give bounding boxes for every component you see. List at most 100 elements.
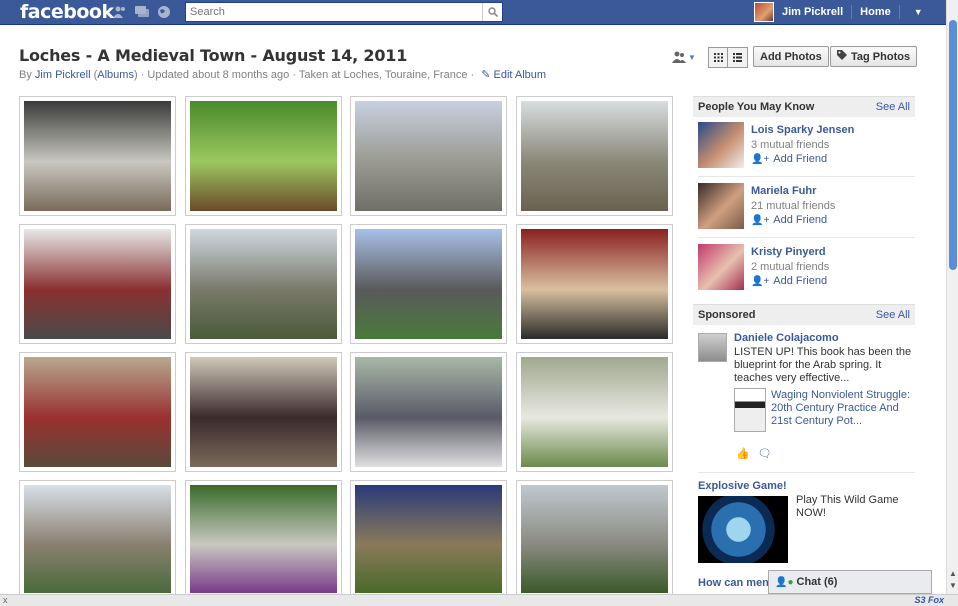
photo-image: [521, 485, 668, 593]
add-friend-link[interactable]: 👤+ Add Friend: [751, 275, 827, 287]
vertical-scrollbar[interactable]: ▲ ▼: [946, 0, 958, 594]
comment-icon[interactable]: 🗨: [758, 447, 772, 460]
add-friend-icon: 👤+: [751, 276, 770, 287]
browser-status-bar: x S3 Fox: [0, 594, 958, 606]
photo-thumbnail[interactable]: [185, 96, 342, 216]
photo-thumbnail[interactable]: [350, 352, 507, 472]
mutual-friends-count[interactable]: 3 mutual friends: [751, 139, 829, 151]
chat-label: Chat (6): [796, 576, 838, 588]
online-status-icon: 👤●: [775, 576, 794, 588]
add-friend-label: Add Friend: [773, 214, 828, 226]
albums-link[interactable]: Albums: [97, 69, 134, 81]
photo-thumbnail[interactable]: [516, 96, 673, 216]
add-friend-icon: 👤+: [751, 154, 770, 165]
scroll-up-arrow-icon[interactable]: ▲: [949, 570, 957, 578]
suggestion-name[interactable]: Mariela Fuhr: [751, 185, 816, 197]
suggestion-name[interactable]: Kristy Pinyerd: [751, 246, 826, 258]
add-friend-icon: 👤+: [751, 215, 770, 226]
photo-thumbnail[interactable]: [185, 352, 342, 472]
ad-body-text[interactable]: LISTEN UP! This book has been the bluepr…: [734, 346, 914, 385]
photo-thumbnail[interactable]: [516, 224, 673, 344]
game-ad-title[interactable]: Explosive Game!: [698, 480, 787, 492]
add-photos-button[interactable]: Add Photos: [753, 46, 829, 67]
photo-thumbnail[interactable]: [350, 96, 507, 216]
photo-thumbnail[interactable]: [19, 480, 176, 598]
nav-divider: [851, 5, 853, 19]
s3fox-label[interactable]: S3 Fox: [914, 595, 944, 605]
scroll-down-arrow-icon[interactable]: ▼: [949, 582, 957, 590]
divider: [698, 176, 915, 177]
photo-image: [521, 101, 668, 211]
close-status-icon[interactable]: x: [3, 595, 8, 605]
profile-link[interactable]: Jim Pickrell: [782, 6, 843, 18]
chevron-down-icon: ▼: [688, 52, 696, 62]
pymk-see-all-link[interactable]: See All: [876, 101, 910, 113]
top-bar: facebook Jim Pickrell Home ▼: [0, 0, 946, 25]
ad-advertiser-name[interactable]: Daniele Colajacomo: [734, 332, 839, 344]
home-link[interactable]: Home: [860, 6, 891, 18]
friend-requests-icon[interactable]: [112, 4, 128, 20]
by-label: By: [19, 69, 32, 81]
search-icon[interactable]: [482, 3, 502, 21]
tag-photos-label: Tag Photos: [851, 50, 911, 63]
photo-thumbnail[interactable]: [516, 352, 673, 472]
search-box: [185, 2, 503, 22]
grid-view-icon[interactable]: [708, 46, 728, 68]
notifications-globe-icon[interactable]: [156, 4, 172, 20]
photo-thumbnail[interactable]: [350, 480, 507, 598]
add-friend-link[interactable]: 👤+ Add Friend: [751, 153, 827, 165]
search-input[interactable]: [186, 3, 482, 21]
like-thumb-icon[interactable]: 👍: [736, 447, 750, 460]
photo-image: [190, 101, 337, 211]
sponsored-see-all-link[interactable]: See All: [876, 309, 910, 321]
pymk-title: People You May Know: [698, 101, 815, 113]
photo-image: [24, 357, 171, 467]
ad-actions: 👍 🗨: [736, 447, 772, 460]
notification-jewels: [112, 4, 172, 20]
photo-image: [521, 357, 668, 467]
next-ad-title[interactable]: How can men: [698, 577, 769, 589]
photo-thumbnail[interactable]: [350, 224, 507, 344]
suggestion-photo[interactable]: [698, 122, 744, 168]
photo-image: [24, 485, 171, 593]
scrollbar-thumb[interactable]: [949, 20, 957, 270]
suggestion-item: Lois Sparky Jensen 3 mutual friends 👤+ Ad…: [698, 122, 915, 176]
photo-image: [190, 485, 337, 593]
tag-photos-button[interactable]: Tag Photos: [830, 46, 918, 67]
photo-thumbnail[interactable]: [185, 224, 342, 344]
chat-bar[interactable]: 👤● Chat (6): [768, 570, 932, 594]
mutual-friends-count[interactable]: 2 mutual friends: [751, 261, 829, 273]
sponsored-header: Sponsored See All: [693, 304, 915, 325]
photo-image: [355, 485, 502, 593]
user-avatar[interactable]: [754, 2, 774, 22]
account-menu-caret-icon[interactable]: ▼: [914, 7, 923, 17]
album-meta: By Jim Pickrell (Albums) · Updated about…: [19, 69, 547, 81]
book-title-link[interactable]: Waging Nonviolent Struggle: 20th Century…: [771, 389, 911, 428]
photo-thumbnail[interactable]: [185, 480, 342, 598]
people-icon: [672, 51, 686, 63]
photo-thumbnail[interactable]: [516, 480, 673, 598]
suggestion-name[interactable]: Lois Sparky Jensen: [751, 124, 854, 136]
messages-icon[interactable]: [134, 4, 150, 20]
photo-image: [190, 229, 337, 339]
game-ad-image[interactable]: [698, 496, 788, 563]
photo-thumbnail[interactable]: [19, 224, 176, 344]
list-view-icon[interactable]: [728, 46, 748, 68]
edit-album-link[interactable]: Edit Album: [494, 69, 547, 81]
game-ad-text[interactable]: Play This Wild Game NOW!: [796, 494, 911, 520]
facebook-logo[interactable]: facebook: [20, 0, 114, 24]
add-friend-link[interactable]: 👤+ Add Friend: [751, 214, 827, 226]
photo-image: [24, 229, 171, 339]
author-link[interactable]: Jim Pickrell: [35, 69, 91, 81]
mutual-friends-count[interactable]: 21 mutual friends: [751, 200, 835, 212]
book-cover-image[interactable]: [734, 388, 766, 432]
photo-image: [24, 101, 171, 211]
ad-advertiser-photo[interactable]: [698, 333, 727, 362]
photo-thumbnail[interactable]: [19, 352, 176, 472]
account-nav: Jim Pickrell Home ▼: [754, 2, 923, 22]
suggestion-photo[interactable]: [698, 244, 744, 290]
suggestion-photo[interactable]: [698, 183, 744, 229]
nav-divider: [898, 5, 900, 19]
audience-selector[interactable]: ▼: [672, 46, 696, 68]
photo-thumbnail[interactable]: [19, 96, 176, 216]
